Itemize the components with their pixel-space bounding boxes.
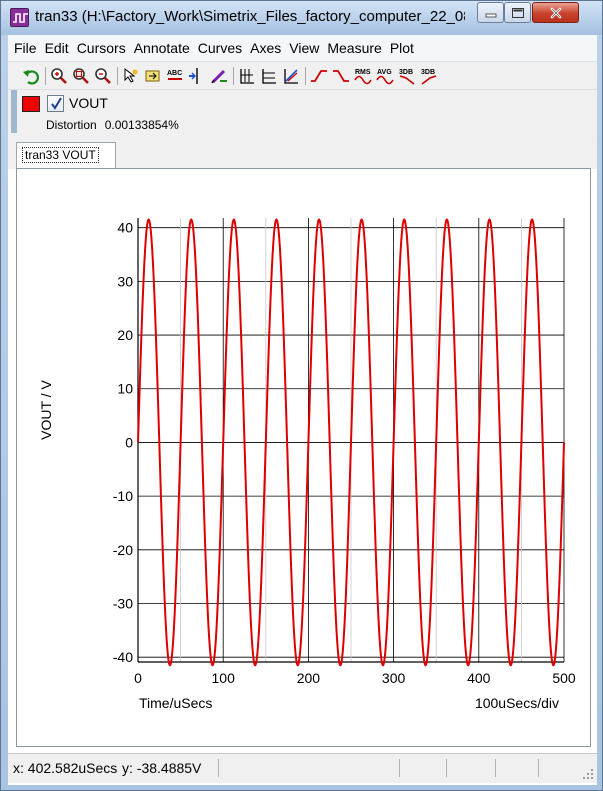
toolbar: ABC RMS AVG 3DB 3DB — [8, 62, 597, 90]
legend-handle[interactable] — [11, 90, 17, 133]
y-readout: y: -38.4885V — [122, 760, 202, 776]
y-tick-label: 0 — [125, 434, 133, 450]
x-tick-label: 400 — [467, 670, 491, 686]
zoom-fit-icon[interactable] — [72, 67, 90, 85]
client-area: File Edit Cursors Annotate Curves Axes V… — [8, 35, 597, 785]
title-bar[interactable]: tran33 (H:\Factory_Work\Simetrix_Files_f… — [1, 1, 602, 35]
distortion-measurement: Distortion 0.00133854% — [46, 118, 187, 132]
status-divider — [399, 759, 400, 777]
close-button[interactable] — [532, 2, 579, 23]
y-tick-label: 40 — [117, 220, 133, 236]
close-icon — [550, 7, 561, 18]
toolbar-separator — [305, 66, 306, 85]
x-tick-label: 100 — [212, 670, 236, 686]
menu-edit[interactable]: Edit — [45, 40, 69, 56]
menu-axes[interactable]: Axes — [250, 40, 281, 56]
minimize-icon — [485, 13, 496, 17]
distortion-label: Distortion — [46, 118, 97, 132]
menu-bar: File Edit Cursors Annotate Curves Axes V… — [8, 35, 597, 62]
tab-label: tran33 VOUT — [22, 147, 99, 163]
axis-icon[interactable] — [282, 67, 300, 85]
menu-view[interactable]: View — [289, 40, 319, 56]
y-tick-label: -10 — [113, 488, 133, 504]
resize-grip-icon[interactable] — [582, 768, 594, 780]
x-tick-label: 200 — [297, 670, 321, 686]
toolbar-separator — [45, 66, 46, 85]
avg-label: AVG — [377, 69, 392, 76]
distortion-value: 0.00133854% — [104, 118, 179, 132]
x-division-label: 100uSecs/div — [475, 695, 559, 711]
curve-name-label: VOUT — [69, 95, 108, 111]
status-divider — [538, 759, 539, 777]
svg-text:ABC: ABC — [167, 70, 182, 77]
rms-label: RMS — [355, 69, 371, 76]
y-tick-label: 30 — [117, 273, 133, 289]
highpass-3db-icon[interactable]: 3DB — [420, 67, 438, 85]
y-tick-label: -30 — [113, 595, 133, 611]
status-divider — [495, 759, 496, 777]
status-divider — [446, 759, 447, 777]
plot-area[interactable]: -40 -30 -20 -10 0 10 20 30 40 0 100 200 300 400 500 VOU… — [16, 168, 591, 747]
fall-time-icon[interactable] — [332, 67, 350, 85]
x-tick-label: 300 — [382, 670, 406, 686]
db-label: 3DB — [399, 69, 413, 76]
curve-legend: VOUT Distortion 0.00133854% — [8, 90, 597, 137]
zoom-in-icon[interactable] — [50, 67, 68, 85]
graph-tab-strip: tran33 VOUT — [8, 137, 597, 169]
toolbar-separator — [117, 66, 118, 85]
rise-time-icon[interactable] — [310, 67, 328, 85]
minimize-button[interactable] — [477, 2, 504, 23]
pan-icon[interactable] — [144, 67, 162, 85]
y-tick-label: 20 — [117, 327, 133, 343]
toolbar-separator — [233, 66, 234, 85]
annotate-icon[interactable]: ABC — [166, 67, 184, 85]
curve-color-swatch[interactable] — [22, 96, 40, 112]
maximize-button[interactable] — [504, 2, 531, 23]
cursor-vertical-icon[interactable] — [188, 67, 206, 85]
db-label-2: 3DB — [421, 69, 435, 76]
bandwidth-3db-icon[interactable]: 3DB — [398, 67, 416, 85]
y-tick-label: -20 — [113, 542, 133, 558]
checkmark-icon — [51, 97, 62, 110]
x-tick-label: 0 — [134, 670, 142, 686]
grid-x-icon[interactable] — [238, 67, 256, 85]
x-axis-label: Time/uSecs — [139, 695, 212, 711]
y-tick-label: 10 — [117, 381, 133, 397]
maximize-icon — [511, 7, 524, 18]
grid-y-icon[interactable] — [260, 67, 278, 85]
rms-icon[interactable]: RMS — [354, 67, 372, 85]
x-readout: x: 402.582uSecs — [13, 760, 118, 776]
cursor-icon[interactable] — [122, 67, 140, 85]
main-window: tran33 (H:\Factory_Work\Simetrix_Files_f… — [0, 0, 603, 791]
menu-measure[interactable]: Measure — [327, 40, 381, 56]
cursor-pen-icon[interactable] — [210, 67, 228, 85]
zoom-out-icon[interactable] — [94, 67, 112, 85]
menu-file[interactable]: File — [14, 40, 37, 56]
status-divider — [218, 759, 219, 777]
curve-visible-checkbox[interactable] — [47, 95, 64, 112]
status-bar: x: 402.582uSecs y: -38.4885V — [8, 753, 597, 783]
x-tick-label: 500 — [552, 670, 576, 686]
menu-curves[interactable]: Curves — [198, 40, 242, 56]
tab-tran33-vout[interactable]: tran33 VOUT — [16, 142, 116, 169]
undo-icon[interactable] — [22, 67, 40, 85]
y-axis-label: VOUT / V — [38, 380, 54, 440]
y-tick-label: -40 — [113, 649, 133, 665]
avg-icon[interactable]: AVG — [376, 67, 394, 85]
window-title: tran33 (H:\Factory_Work\Simetrix_Files_f… — [35, 8, 465, 25]
menu-annotate[interactable]: Annotate — [134, 40, 190, 56]
app-icon[interactable] — [10, 8, 29, 27]
menu-plot[interactable]: Plot — [390, 40, 414, 56]
menu-cursors[interactable]: Cursors — [77, 40, 126, 56]
vout-chart[interactable]: -40-30-20-100102030400 100 200 300 400 500VOU… — [17, 169, 590, 746]
